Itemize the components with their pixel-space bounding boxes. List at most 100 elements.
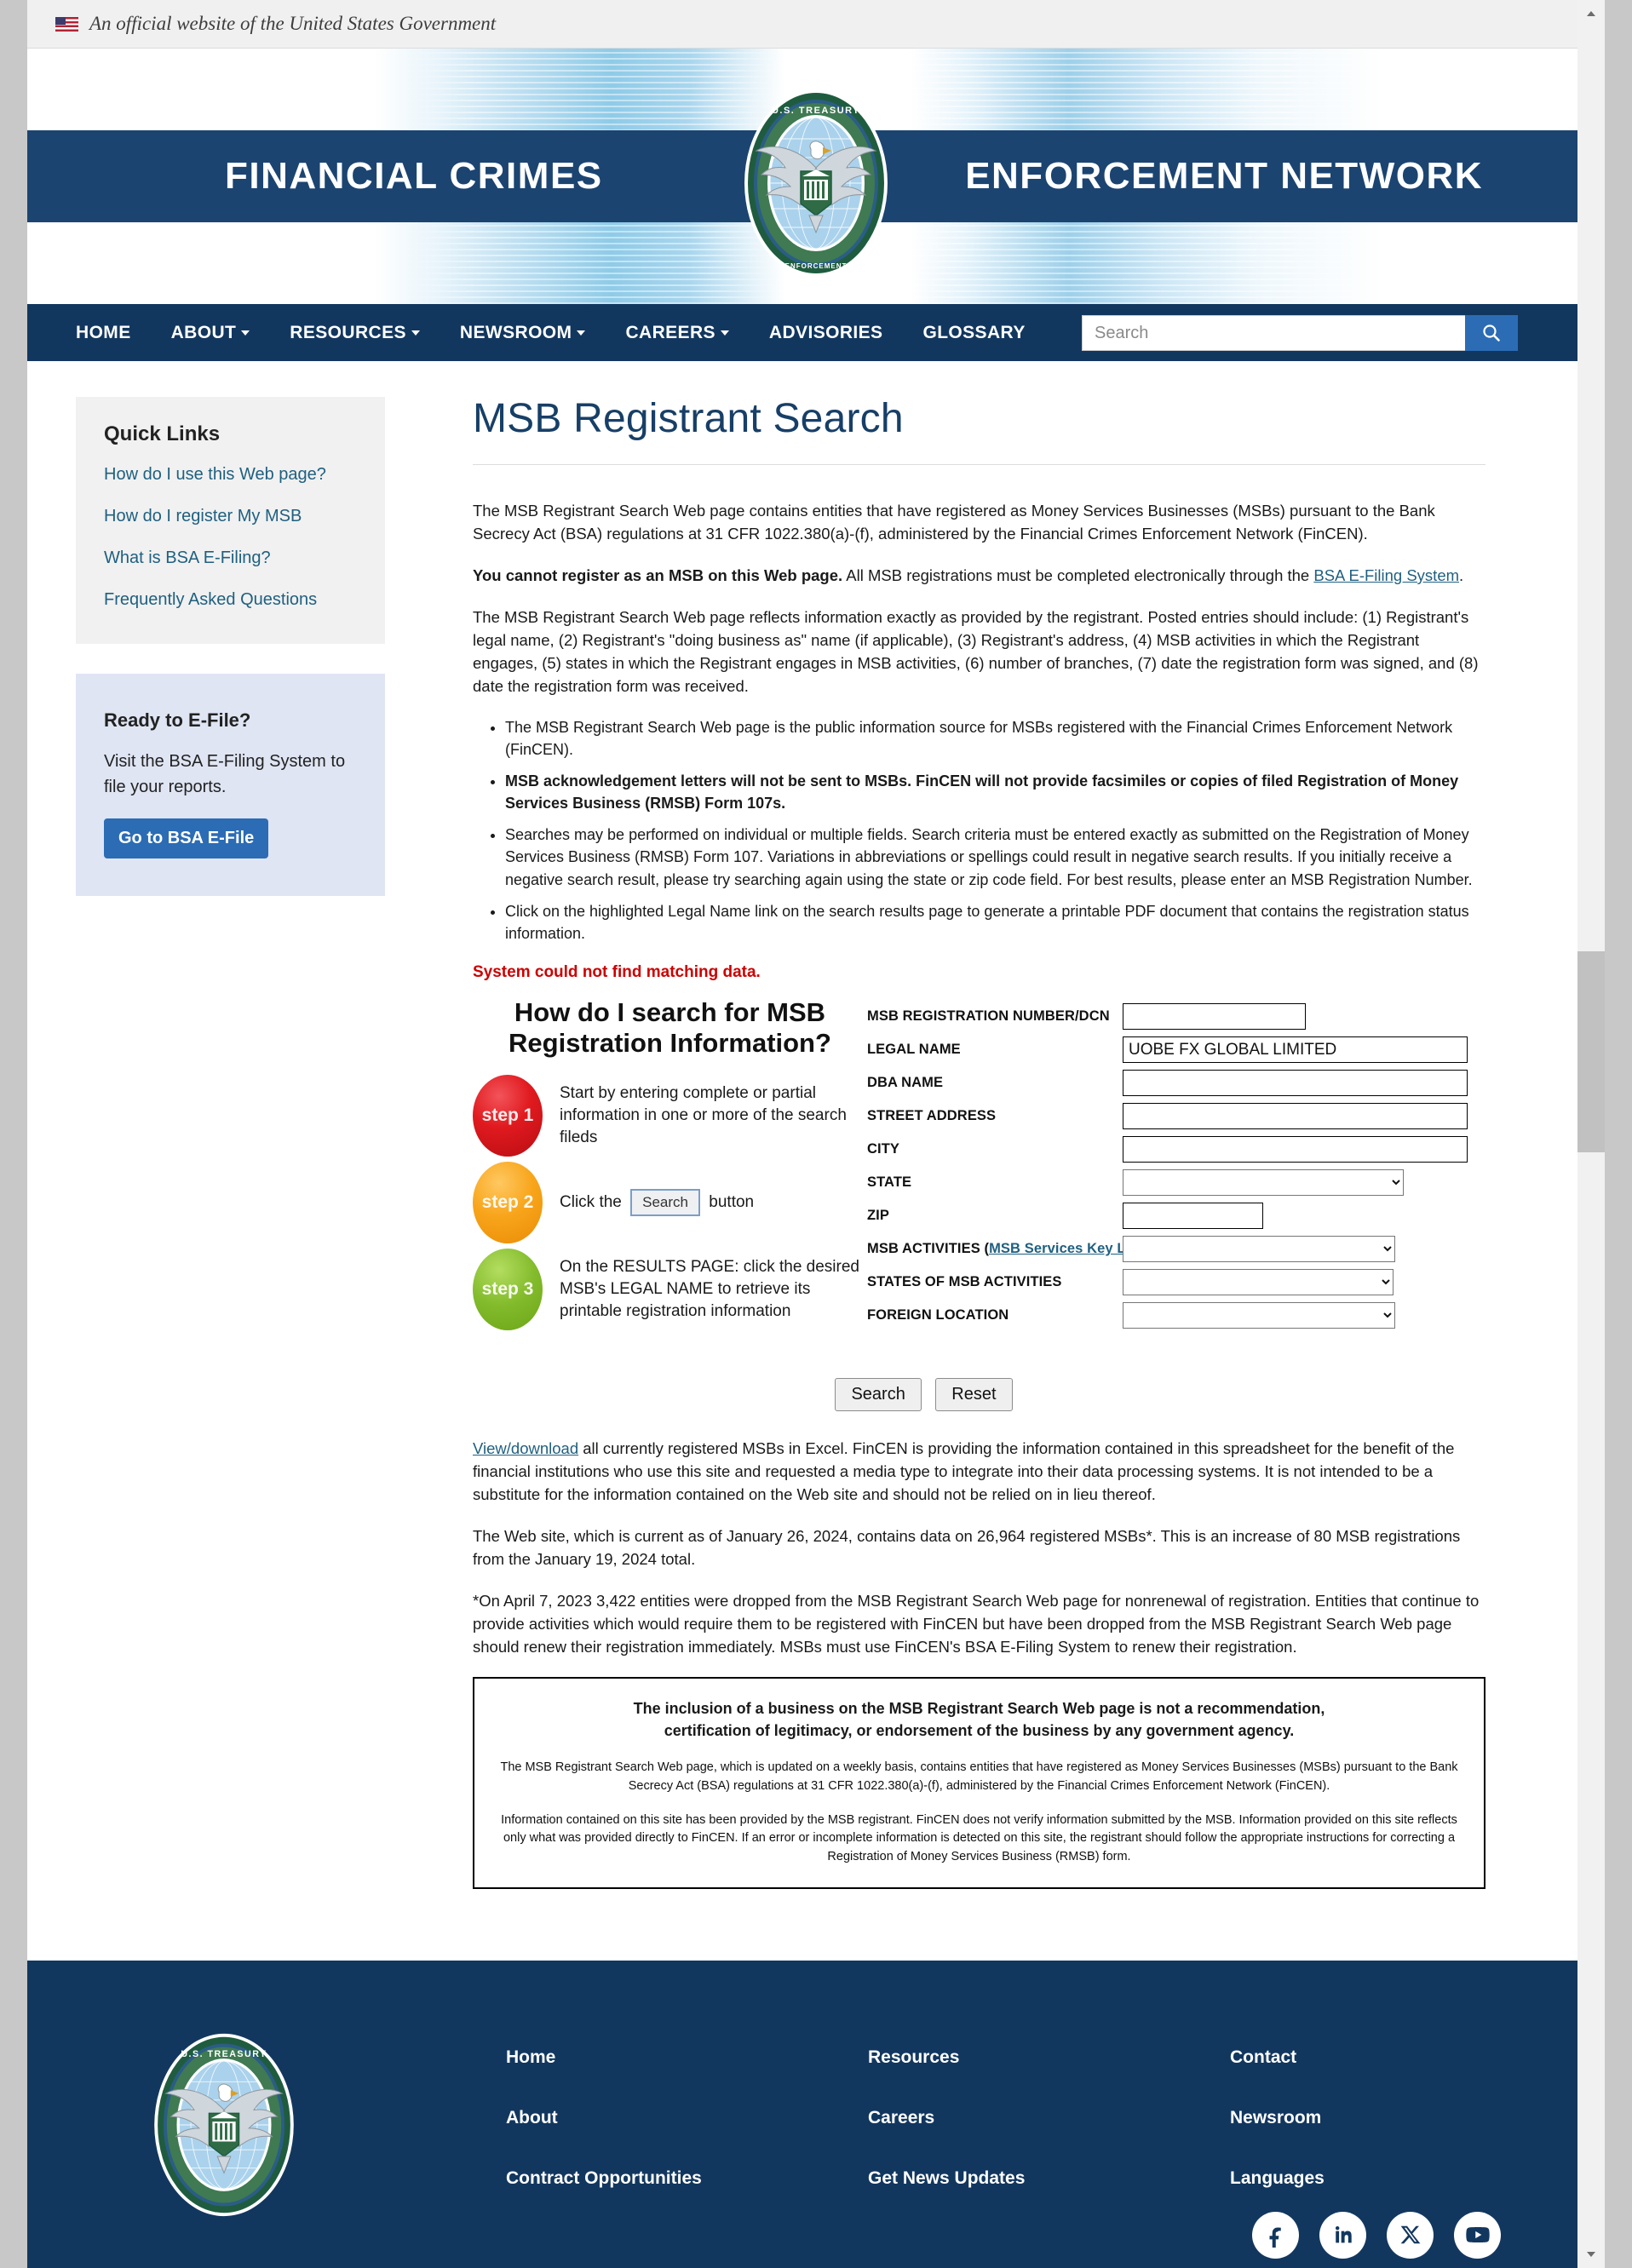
footer-link-about[interactable]: About xyxy=(506,2108,868,2128)
footer-link-resources[interactable]: Resources xyxy=(868,2047,1230,2068)
nav-label: ADVISORIES xyxy=(768,322,883,342)
view-download-link[interactable]: View/download xyxy=(473,1439,578,1457)
nav-item-home[interactable]: HOME xyxy=(76,323,131,343)
footer-link-languages[interactable]: Languages xyxy=(1230,2168,1592,2189)
zip-input[interactable] xyxy=(1123,1203,1263,1230)
notice-body-1: The MSB Registrant Search Web page, whic… xyxy=(500,1760,1458,1793)
quick-links-panel: Quick Links How do I use this Web page? … xyxy=(76,397,385,644)
footer-link-get-news-updates[interactable]: Get News Updates xyxy=(868,2168,1230,2189)
label-city: CITY xyxy=(867,1141,899,1157)
footer-link-home[interactable]: Home xyxy=(506,2047,868,2068)
step-row-1: step 1 Start by entering complete or par… xyxy=(473,1075,867,1157)
city-input[interactable] xyxy=(1123,1136,1468,1163)
step-row-3: step 3 On the RESULTS PAGE: click the de… xyxy=(473,1249,867,1330)
x-twitter-icon[interactable] xyxy=(1387,2211,1434,2259)
scroll-down-arrow-icon[interactable] xyxy=(1577,2241,1605,2268)
label-msb-activities-text: MSB ACTIVITIES xyxy=(867,1241,980,1257)
search-icon xyxy=(1483,324,1500,342)
footer-link-contact[interactable]: Contact xyxy=(1230,2047,1592,2068)
field-row-states-of-msb-activities: STATES OF MSB ACTIVITIES xyxy=(867,1268,1485,1297)
quick-link-register-msb[interactable]: How do I register My MSB xyxy=(104,507,357,526)
list-item: The MSB Registrant Search Web page is th… xyxy=(505,716,1485,761)
svg-text:ENFORCEMENT: ENFORCEMENT xyxy=(785,262,848,270)
list-item: Searches may be performed on individual … xyxy=(505,824,1485,890)
label-foreign-location: FOREIGN LOCATION xyxy=(867,1307,1009,1323)
nav-label: GLOSSARY xyxy=(922,322,1026,342)
nav-label: HOME xyxy=(76,322,131,342)
footer-link-contract-opportunities[interactable]: Contract Opportunities xyxy=(506,2168,868,2189)
how-to-search-panel: How do I search for MSB Registration Inf… xyxy=(473,997,867,1335)
fincen-seal-icon: U.S. TREASURY ENFORCEMENT xyxy=(744,89,888,277)
footer-link-careers[interactable]: Careers xyxy=(868,2108,1230,2128)
dba-name-input[interactable] xyxy=(1123,1070,1468,1097)
nav-item-advisories[interactable]: ADVISORIES xyxy=(769,323,883,343)
step-1-badge: step 1 xyxy=(473,1075,543,1157)
reset-button[interactable]: Reset xyxy=(935,1378,1013,1411)
step-3-text: On the RESULTS PAGE: click the desired M… xyxy=(560,1257,859,1321)
nav-label: ABOUT xyxy=(170,322,237,342)
list-item: Click on the highlighted Legal Name link… xyxy=(505,900,1485,945)
content-wrapper: Quick Links How do I use this Web page? … xyxy=(27,361,1605,1918)
intro-paragraph: The MSB Registrant Search Web page conta… xyxy=(473,502,1435,543)
list-item: MSB acknowledgement letters will not be … xyxy=(505,770,1485,814)
chevron-down-icon xyxy=(241,330,250,336)
scrollbar-thumb[interactable] xyxy=(1577,951,1605,1152)
notice-heading: The inclusion of a business on the MSB R… xyxy=(497,1697,1462,1742)
notice-heading-line2: certification of legitimacy, or endorsem… xyxy=(664,1722,1295,1740)
search-form-block: How do I search for MSB Registration Inf… xyxy=(473,997,1485,1335)
nav-label: RESOURCES xyxy=(290,322,406,342)
field-row-legal-name: LEGAL NAME xyxy=(867,1036,1485,1065)
foreign-location-select[interactable] xyxy=(1123,1302,1395,1329)
stats-paragraph: The Web site, which is current as of Jan… xyxy=(473,1527,1461,1568)
label-states-of-msb-activities: STATES OF MSB ACTIVITIES xyxy=(867,1274,1062,1290)
registration-number-input[interactable] xyxy=(1123,1003,1306,1031)
label-street-address: STREET ADDRESS xyxy=(867,1108,997,1124)
step-row-2: step 2 Click the Search button xyxy=(473,1162,867,1243)
nav-item-newsroom[interactable]: NEWSROOM xyxy=(460,323,586,343)
browser-page: An official website of the United States… xyxy=(27,0,1605,2268)
footer-link-newsroom[interactable]: Newsroom xyxy=(1230,2108,1592,2128)
svg-text:U.S. TREASURY: U.S. TREASURY xyxy=(181,2049,267,2059)
nav-item-resources[interactable]: RESOURCES xyxy=(290,323,420,343)
youtube-icon[interactable] xyxy=(1454,2211,1501,2259)
facebook-icon[interactable] xyxy=(1252,2211,1299,2259)
linkedin-icon[interactable] xyxy=(1319,2211,1366,2259)
nav-item-careers[interactable]: CAREERS xyxy=(625,323,729,343)
site-search-input[interactable] xyxy=(1082,315,1465,351)
street-address-input[interactable] xyxy=(1123,1103,1468,1130)
nav-item-about[interactable]: ABOUT xyxy=(171,323,250,343)
page-title: MSB Registrant Search xyxy=(473,396,904,441)
footnote-paragraph: *On April 7, 2023 3,422 entities were dr… xyxy=(473,1592,1480,1656)
label-registration-number: MSB REGISTRATION NUMBER/DCN xyxy=(867,1008,1110,1025)
error-message: System could not find matching data. xyxy=(473,962,761,981)
state-select[interactable] xyxy=(1123,1169,1404,1197)
nav-item-glossary[interactable]: GLOSSARY xyxy=(922,323,1025,343)
svg-text:U.S. TREASURY: U.S. TREASURY xyxy=(772,106,860,116)
go-to-bsa-efile-button[interactable]: Go to BSA E-File xyxy=(104,818,269,858)
vertical-scrollbar[interactable] xyxy=(1577,0,1605,2268)
bsa-efiling-system-link[interactable]: BSA E-Filing System xyxy=(1313,566,1459,584)
official-gov-banner: An official website of the United States… xyxy=(27,0,1605,49)
label-legal-name: LEGAL NAME xyxy=(867,1042,961,1058)
footer-fincen-seal-icon: U.S. TREASURY xyxy=(154,2033,294,2217)
site-search xyxy=(1082,315,1518,351)
step-2-text-before: Click the xyxy=(560,1193,627,1212)
msb-services-key-list-link[interactable]: MSB Services Key List xyxy=(989,1241,1142,1256)
states-of-msb-activities-select[interactable] xyxy=(1123,1269,1394,1296)
title-divider xyxy=(473,464,1485,465)
search-button[interactable]: Search xyxy=(835,1378,922,1411)
quick-link-use-page[interactable]: How do I use this Web page? xyxy=(104,465,357,485)
field-row-registration-number: MSB REGISTRATION NUMBER/DCN xyxy=(867,1002,1485,1031)
notice-body-2: Information contained on this site has b… xyxy=(501,1812,1457,1864)
site-search-button[interactable] xyxy=(1465,315,1518,351)
chevron-down-icon xyxy=(577,330,586,336)
quick-link-bsa-efiling[interactable]: What is BSA E-Filing? xyxy=(104,548,357,568)
label-dba-name: DBA NAME xyxy=(867,1075,944,1091)
scroll-up-arrow-icon[interactable] xyxy=(1577,0,1605,27)
quick-link-faq[interactable]: Frequently Asked Questions xyxy=(104,590,357,610)
field-row-zip: ZIP xyxy=(867,1202,1485,1231)
legal-name-input[interactable] xyxy=(1123,1036,1468,1064)
us-flag-icon xyxy=(55,16,78,32)
footer-column-2: Resources Careers Get News Updates xyxy=(868,2047,1230,2229)
msb-activities-select[interactable] xyxy=(1123,1236,1395,1263)
